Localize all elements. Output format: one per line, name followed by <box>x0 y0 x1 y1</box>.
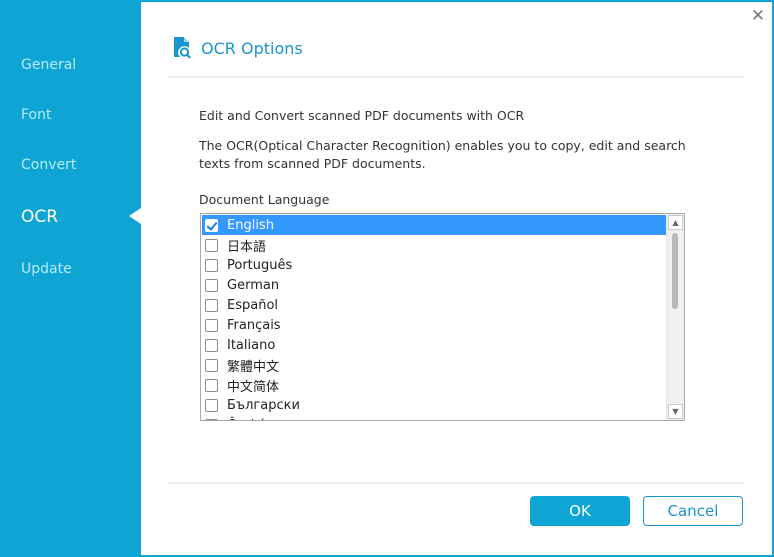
document-language-label: Document Language <box>199 192 330 207</box>
checkbox[interactable] <box>205 418 218 420</box>
language-item[interactable]: Français <box>202 315 667 335</box>
sidebar-item-convert[interactable]: Convert <box>21 157 76 173</box>
check-icon <box>206 218 218 231</box>
language-label: 日本語 <box>227 239 267 255</box>
checkbox[interactable] <box>205 258 218 272</box>
language-label: 繁體中文 <box>227 359 280 375</box>
close-icon[interactable]: ✕ <box>750 8 766 25</box>
checkbox[interactable] <box>205 278 218 292</box>
scrollbar-thumb[interactable] <box>672 233 678 309</box>
language-label: English <box>227 217 274 233</box>
language-item[interactable]: 繁體中文 <box>202 355 667 375</box>
scroll-down-icon[interactable]: ▼ <box>668 404 683 419</box>
language-item[interactable]: Português <box>202 255 667 275</box>
language-item[interactable]: Italiano <box>202 335 667 355</box>
language-label: Български <box>227 397 300 413</box>
checkbox[interactable] <box>205 298 218 312</box>
sidebar-item-font[interactable]: Font <box>21 107 51 123</box>
cancel-button[interactable]: Cancel <box>643 496 743 526</box>
listbox-scrollbar[interactable]: ▲ ▼ <box>666 214 684 420</box>
scroll-up-icon[interactable]: ▲ <box>668 215 683 230</box>
ok-button[interactable]: OK <box>530 496 630 526</box>
document-search-icon <box>174 37 191 59</box>
sidebar-item-update[interactable]: Update <box>21 261 72 277</box>
checkbox[interactable] <box>205 338 218 352</box>
subtitle-text: Edit and Convert scanned PDF documents w… <box>199 108 525 123</box>
language-item[interactable]: German <box>202 275 667 295</box>
language-item[interactable]: Български <box>202 395 667 415</box>
checkbox[interactable] <box>205 398 218 412</box>
page-title: OCR Options <box>201 38 303 58</box>
language-label: Português <box>227 257 293 273</box>
language-item-english[interactable]: English <box>202 215 667 235</box>
language-item[interactable]: 日本語 <box>202 235 667 255</box>
checkbox-checked[interactable] <box>205 218 218 232</box>
description-line-1: The OCR(Optical Character Recognition) e… <box>199 138 686 153</box>
sidebar: General Font Convert OCR Update <box>0 0 141 557</box>
language-label: Español <box>227 297 279 313</box>
language-label: German <box>227 277 280 293</box>
language-item[interactable]: 中文简体 <box>202 375 667 395</box>
checkbox[interactable] <box>205 318 218 332</box>
language-label: Italiano <box>227 337 276 353</box>
header-divider <box>167 76 744 78</box>
description-line-2: texts from scanned PDF documents. <box>199 156 426 171</box>
sidebar-item-ocr[interactable]: OCR <box>21 207 58 227</box>
language-label: 中文简体 <box>227 379 280 395</box>
checkbox[interactable] <box>205 358 218 372</box>
active-indicator-caret <box>129 208 141 224</box>
language-label: Français <box>227 317 281 333</box>
language-label: Český <box>227 418 266 421</box>
dialog-header: OCR Options <box>173 36 303 60</box>
checkbox[interactable] <box>205 378 218 392</box>
checkbox[interactable] <box>205 238 218 252</box>
language-item[interactable]: Español <box>202 295 667 315</box>
language-item[interactable]: Český <box>202 415 667 421</box>
sidebar-item-general[interactable]: General <box>21 57 76 73</box>
language-listbox[interactable]: English 日本語 Português German Español Fra… <box>200 213 685 421</box>
footer-divider <box>167 482 744 484</box>
